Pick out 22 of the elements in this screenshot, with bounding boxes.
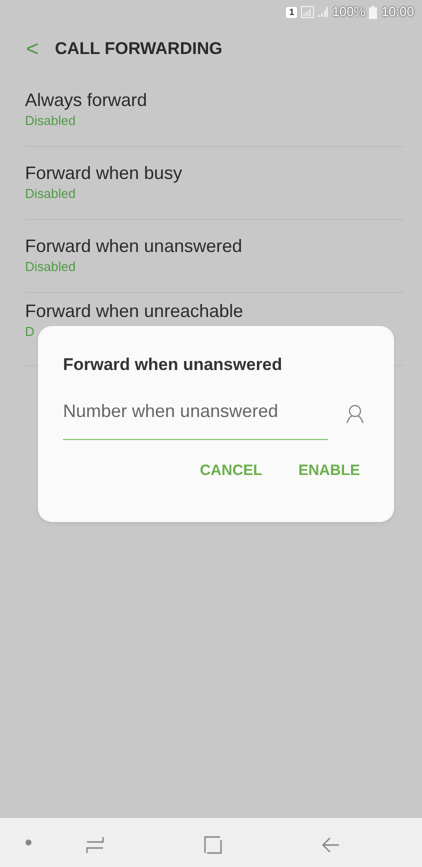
home-icon[interactable] [204,836,222,854]
setting-title[interactable]: Always forward [25,88,404,112]
setting-title[interactable]: Forward when busy [25,161,404,185]
back-icon[interactable] [322,836,340,854]
dot-icon[interactable] [25,839,32,846]
setting-status: Disabled [25,112,77,130]
screen-title: CALL FORWARDING [54,38,222,60]
time-text: 10:00 [381,3,414,22]
contact-icon[interactable] [346,404,364,424]
recent-apps-icon[interactable] [86,836,104,854]
sim-icon: 1 [286,6,298,18]
setting-status: Disabled [25,185,77,203]
setting-status: Disabled [25,258,77,276]
dialog-title: Forward when unanswered [63,354,284,376]
number-field[interactable]: Number when unanswered [63,398,328,440]
setting-title[interactable]: Forward when unreachable [25,299,404,323]
signal-icon [301,6,314,18]
signal-icon [318,7,328,17]
battery-text: 100% [332,3,366,22]
setting-status: D [25,323,36,341]
setting-title[interactable]: Forward when unanswered [25,234,404,258]
battery-icon [369,6,378,18]
